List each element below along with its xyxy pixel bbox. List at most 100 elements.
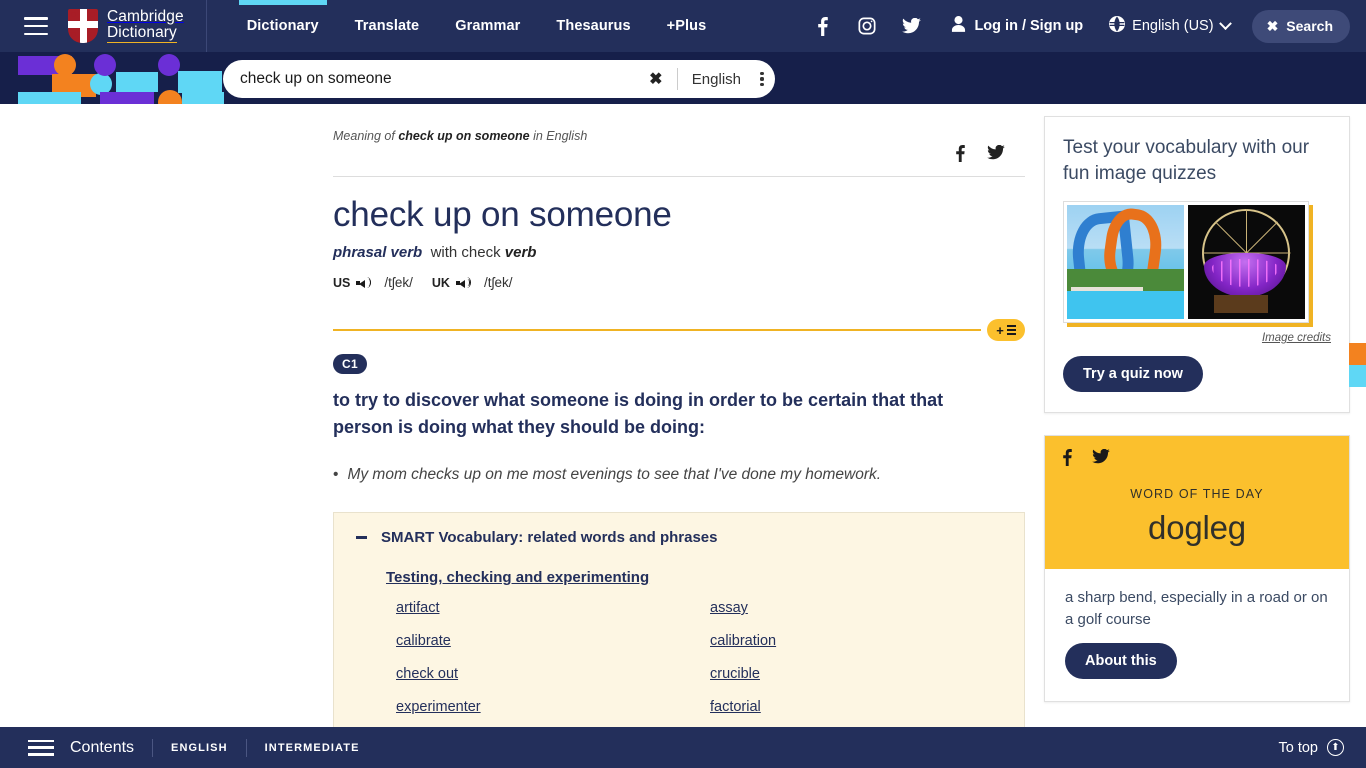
bottom-tag-intermediate[interactable]: INTERMEDIATE [265, 742, 360, 754]
minus-icon[interactable] [356, 536, 367, 539]
user-icon [951, 16, 966, 36]
audio-play-us-icon[interactable] [355, 276, 372, 289]
twitter-icon[interactable] [895, 10, 927, 42]
example-sentence: • My mom checks up on me most evenings t… [333, 464, 1025, 486]
smart-vocabulary-header[interactable]: SMART Vocabulary: related words and phra… [356, 529, 1002, 546]
pronunciation-row: US /tʃek/ UK /tʃek/ [333, 275, 1025, 290]
primary-nav: Dictionary Translate Grammar Thesaurus +… [229, 0, 725, 52]
nav-item-dictionary[interactable]: Dictionary [229, 0, 337, 52]
facebook-icon[interactable] [956, 145, 965, 167]
hamburger-icon[interactable] [24, 17, 48, 35]
page-title: check up on someone [333, 195, 672, 234]
login-signup-link[interactable]: Log in / Sign up [951, 16, 1083, 36]
to-top-label: To top [1278, 739, 1319, 756]
brand-line-1: Cambridge [107, 8, 184, 25]
breadcrumb-word: check up on someone [398, 129, 530, 143]
brand-divider [205, 0, 207, 52]
bullet-glyph: • [333, 466, 339, 483]
decorative-blocks [0, 52, 224, 104]
example-text: My mom checks up on me most evenings to … [347, 466, 882, 483]
smart-vocabulary-word-grid: artifact assay calibrate calibration che… [396, 600, 1002, 727]
nav-item-thesaurus[interactable]: Thesaurus [538, 0, 648, 52]
plus-glyph: + [996, 322, 1004, 338]
twitter-icon[interactable] [1092, 448, 1110, 471]
pronunciation-region-uk: UK [431, 275, 450, 290]
arrow-up-circle-icon: ⬆ [1327, 739, 1344, 756]
list-item[interactable]: experimenter [396, 699, 710, 715]
search-toggle-label: Search [1286, 18, 1333, 34]
word-of-the-day-label: WORD OF THE DAY [1130, 487, 1264, 501]
pronunciation-ipa-us: /tʃek/ [384, 275, 413, 290]
word-of-the-day-definition: a sharp bend, especially in a road or on… [1065, 589, 1328, 628]
facebook-icon[interactable] [807, 10, 839, 42]
nav-item-plus[interactable]: +Plus [649, 0, 725, 52]
bottom-divider [152, 738, 154, 757]
part-of-speech: phrasal verb [333, 244, 423, 261]
fairground-ride-photo [1188, 205, 1305, 319]
list-item[interactable]: assay [710, 600, 1002, 616]
quiz-card: Test your vocabulary with our fun image … [1044, 116, 1366, 413]
bottom-tag-english[interactable]: ENGLISH [171, 742, 228, 754]
sense-header: + [333, 319, 1025, 341]
kebab-menu-icon[interactable] [749, 71, 775, 87]
smart-vocabulary-panel: SMART Vocabulary: related words and phra… [333, 512, 1025, 727]
search-box: ✖ English [223, 60, 775, 98]
cambridge-dictionary-logo[interactable]: Cambridge Dictionary [68, 0, 206, 52]
twitter-icon[interactable] [987, 144, 1005, 167]
breadcrumb-suffix: in English [529, 129, 588, 143]
hamburger-icon[interactable] [28, 739, 54, 756]
try-a-quiz-button[interactable]: Try a quiz now [1063, 356, 1203, 392]
nav-item-translate[interactable]: Translate [337, 0, 438, 52]
entry-meta-row: Meaning of check up on someone in Englis… [333, 104, 1025, 167]
search-divider [676, 68, 678, 90]
brand-text: Cambridge Dictionary [107, 9, 184, 43]
about-this-button[interactable]: About this [1065, 643, 1177, 679]
search-language-selector[interactable]: English [684, 71, 749, 88]
list-item[interactable]: calibrate [396, 633, 710, 649]
search-strip: ✖ English Grammar English–Spanish Spanis… [0, 52, 1366, 150]
chevron-down-icon [1218, 16, 1232, 30]
word-of-the-day-word[interactable]: dogleg [1063, 509, 1331, 547]
entry-share-icons [956, 129, 1025, 167]
image-credits-link[interactable]: Image credits [1063, 332, 1331, 344]
list-item[interactable]: crucible [710, 666, 1002, 682]
waterslide-photo [1067, 205, 1184, 319]
audio-play-uk-icon[interactable] [455, 276, 471, 289]
brand-line-2: Dictionary [107, 24, 177, 43]
status-badge: C1 [333, 354, 367, 374]
pos-extra-italic: verb [504, 244, 537, 261]
top-navigation-bar: Cambridge Dictionary Dictionary Translat… [0, 0, 1366, 52]
cambridge-crest-icon [68, 9, 98, 43]
entry-divider [333, 176, 1025, 177]
list-item[interactable]: check out [396, 666, 710, 682]
breadcrumb-prefix: Meaning of [333, 129, 399, 143]
list-item[interactable]: calibration [710, 633, 1002, 649]
top-nav-right: Log in / Sign up English (US) ✖ Search [801, 9, 1366, 43]
instagram-icon[interactable] [851, 10, 883, 42]
nav-item-grammar[interactable]: Grammar [437, 0, 538, 52]
list-item[interactable]: factorial [710, 699, 1002, 715]
list-glyph [1006, 325, 1016, 335]
quiz-images[interactable] [1063, 201, 1309, 323]
word-of-the-day-banner: WORD OF THE DAY dogleg [1045, 436, 1349, 569]
pos-extra-plain: with check [430, 244, 505, 261]
word-of-the-day-body: a sharp bend, especially in a road or on… [1045, 569, 1349, 701]
part-of-speech-row: phrasal verb with check verb [333, 244, 1025, 261]
word-of-the-day-share [1063, 448, 1331, 471]
sense-rule [333, 329, 981, 331]
language-selector[interactable]: English (US) [1109, 16, 1232, 36]
contents-button[interactable]: Contents [70, 739, 134, 757]
search-toggle-button[interactable]: ✖ Search [1251, 9, 1350, 43]
clear-x-icon[interactable]: ✖ [641, 69, 671, 89]
search-input[interactable] [223, 70, 641, 88]
list-item[interactable]: artifact [396, 600, 710, 616]
decorative-side-squares [1349, 343, 1366, 387]
pronunciation-region-us: US [333, 275, 351, 290]
to-top-button[interactable]: To top ⬆ [1278, 739, 1344, 756]
word-of-the-day-card: WORD OF THE DAY dogleg a sharp bend, esp… [1044, 435, 1350, 702]
smart-vocabulary-category-link[interactable]: Testing, checking and experimenting [386, 569, 649, 586]
page-body: Meaning of check up on someone in Englis… [0, 104, 1366, 727]
facebook-icon[interactable] [1063, 449, 1072, 471]
add-to-wordlist-icon[interactable]: + [987, 319, 1025, 341]
language-label: English (US) [1132, 18, 1214, 34]
